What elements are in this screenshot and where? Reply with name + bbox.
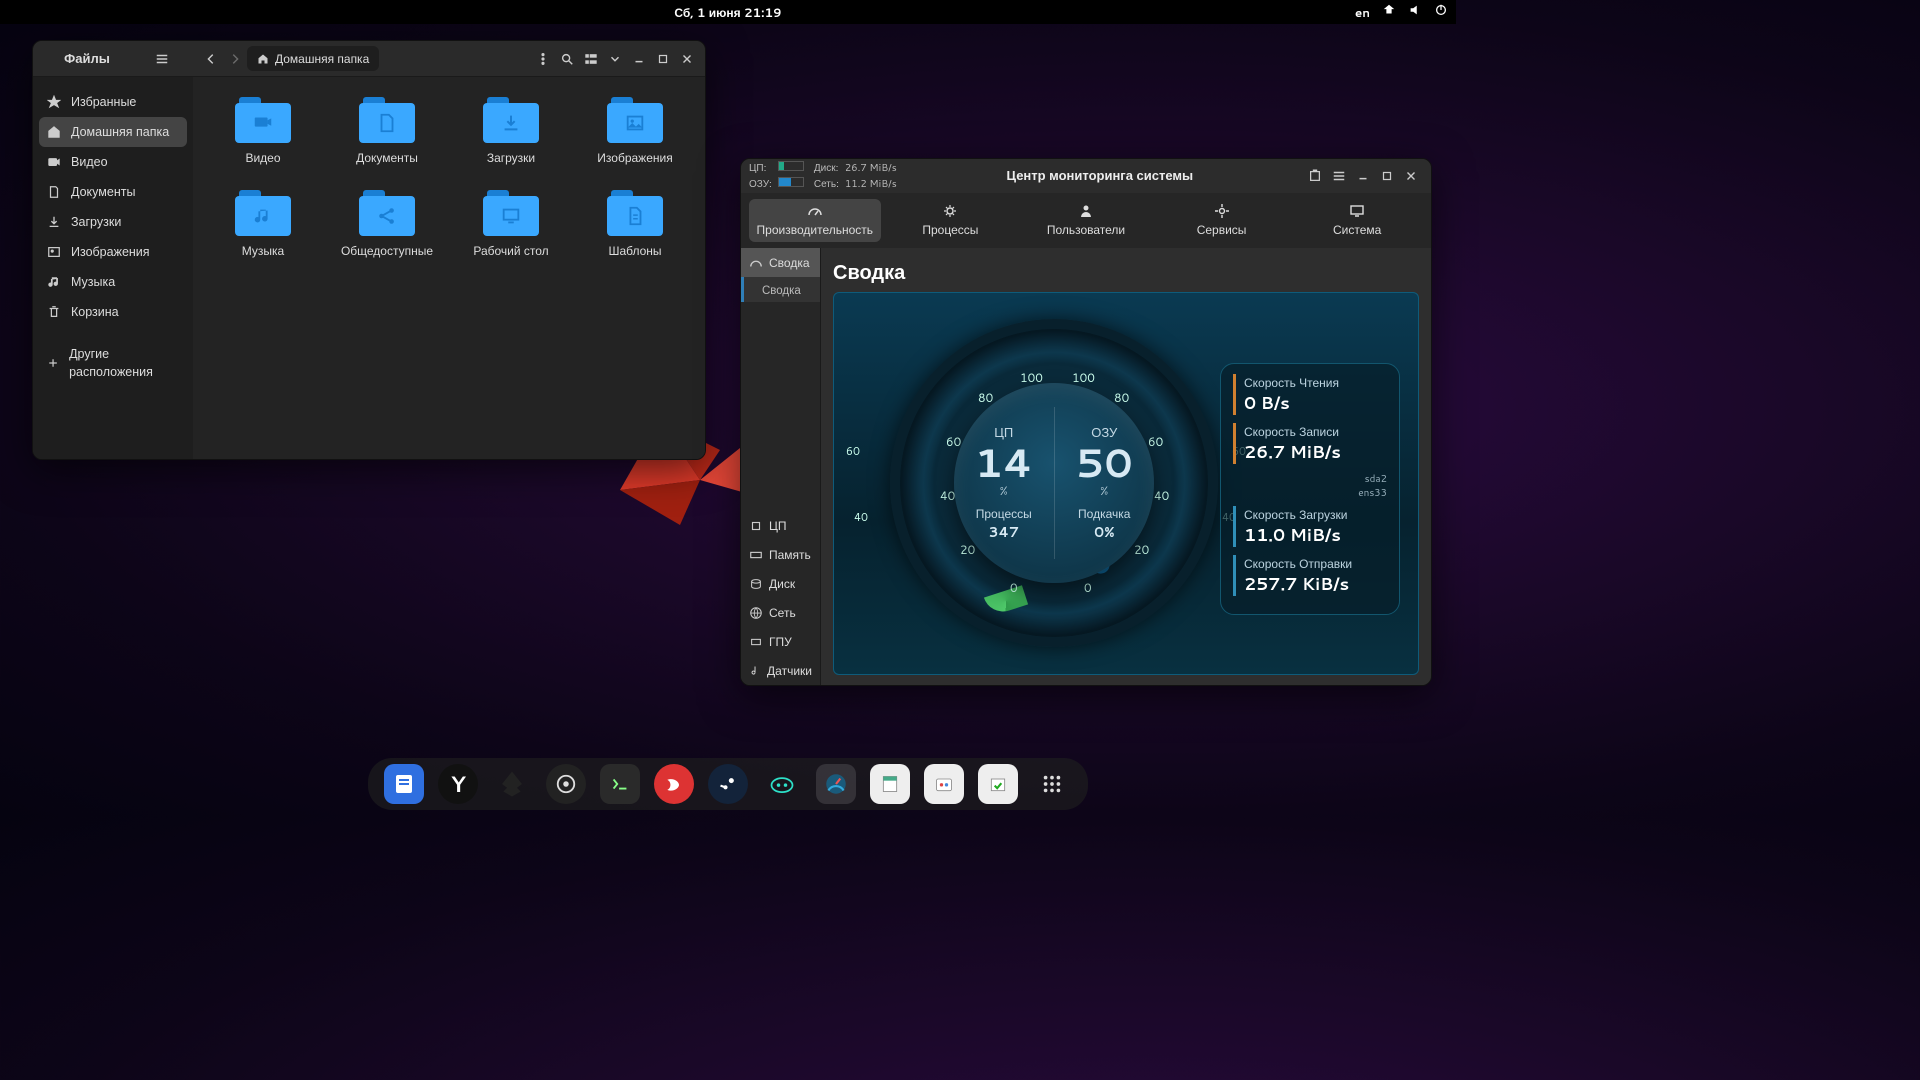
network-icon[interactable]: [1382, 3, 1396, 21]
power-icon[interactable]: [1434, 3, 1448, 21]
dock-steam[interactable]: [708, 764, 748, 804]
sidebar-disk[interactable]: Диск: [741, 569, 820, 598]
home-icon: [257, 53, 269, 65]
minimize-button[interactable]: [627, 47, 651, 71]
sysmon-titlebar: ЦП: ОЗУ: Диск:26.7 MiB/s Сеть:11.2 MiB/s…: [741, 159, 1431, 193]
gauge-ram: ОЗУ 50 % Подкачка 0%: [1055, 383, 1155, 583]
menu-icon[interactable]: [1327, 164, 1351, 188]
sidebar-item-home[interactable]: Домашняя папка: [39, 117, 187, 147]
sidebar-network[interactable]: Сеть: [741, 598, 820, 627]
kebab-icon[interactable]: [531, 47, 555, 71]
page-heading: Сводка: [833, 258, 1419, 286]
folder-music[interactable]: Музыка: [205, 186, 321, 263]
sidebar-cpu[interactable]: ЦП: [741, 511, 820, 540]
gauge-panel: 100 80 60 40 20 0 100 80 60 40 20 0 ЦП: [833, 292, 1419, 675]
sidebar-memory[interactable]: Память: [741, 540, 820, 569]
sidebar-summary-sub[interactable]: Сводка: [741, 277, 820, 302]
folder-template[interactable]: Шаблоны: [577, 186, 693, 263]
folder-doc[interactable]: Документы: [329, 93, 445, 170]
close-button[interactable]: [675, 47, 699, 71]
files-sidebar: Избранные Домашняя папка Видео Документы…: [33, 77, 193, 459]
files-grid[interactable]: ВидеоДокументыЗагрузкиИзображения МузыкаО…: [193, 77, 705, 459]
forward-button[interactable]: [223, 47, 247, 71]
mini-stats: ЦП: ОЗУ:: [749, 161, 804, 191]
sidebar-item-trash[interactable]: Корзина: [33, 297, 193, 327]
view-list-icon[interactable]: [579, 47, 603, 71]
sidebar-item-pictures[interactable]: Изображения: [33, 237, 193, 267]
tab-services[interactable]: Сервисы: [1156, 199, 1288, 242]
top-panel: Сб, 1 июня 21:19 en: [0, 0, 1456, 24]
gauge: 100 80 60 40 20 0 100 80 60 40 20 0 ЦП: [874, 303, 1234, 663]
sidebar-item-other-locations[interactable]: Другие расположения: [33, 339, 193, 387]
dock-update[interactable]: [978, 764, 1018, 804]
io-stats-panel: Скорость Чтения0 B/s Скорость Записи26.7…: [1220, 363, 1400, 615]
close-button[interactable]: [1399, 164, 1423, 188]
maximize-button[interactable]: [651, 47, 675, 71]
sidebar-summary[interactable]: Сводка: [741, 248, 820, 277]
minimize-button[interactable]: [1351, 164, 1375, 188]
dock-tweaks[interactable]: [654, 764, 694, 804]
dock-terminal[interactable]: [600, 764, 640, 804]
sidebar-gpu[interactable]: ГПУ: [741, 627, 820, 656]
view-dropdown-icon[interactable]: [603, 47, 627, 71]
folder-share[interactable]: Общедоступные: [329, 186, 445, 263]
search-icon[interactable]: [555, 47, 579, 71]
sidebar-item-videos[interactable]: Видео: [33, 147, 193, 177]
clock[interactable]: Сб, 1 июня 21:19: [674, 4, 781, 21]
hamburger-icon[interactable]: [150, 47, 174, 71]
system-monitor-window: ЦП: ОЗУ: Диск:26.7 MiB/s Сеть:11.2 MiB/s…: [740, 158, 1432, 686]
gauge-cpu: ЦП 14 % Процессы 347: [954, 383, 1054, 583]
folder-video[interactable]: Видео: [205, 93, 321, 170]
files-titlebar: Файлы Домашняя папка: [33, 41, 705, 77]
sysmon-title: Центр мониторинга системы: [897, 167, 1303, 185]
dock: Y: [368, 758, 1088, 810]
sidebar-item-documents[interactable]: Документы: [33, 177, 193, 207]
screenshot-icon[interactable]: [1303, 164, 1327, 188]
sidebar-item-music[interactable]: Музыка: [33, 267, 193, 297]
maximize-button[interactable]: [1375, 164, 1399, 188]
sidebar-item-downloads[interactable]: Загрузки: [33, 207, 193, 237]
sidebar-sensors[interactable]: Датчики: [741, 656, 820, 685]
dock-sysmon[interactable]: [816, 764, 856, 804]
path-bar[interactable]: Домашняя папка: [247, 46, 379, 71]
tab-processes[interactable]: Процессы: [885, 199, 1017, 242]
dock-software[interactable]: [924, 764, 964, 804]
tab-system[interactable]: Система: [1291, 199, 1423, 242]
folder-desktop[interactable]: Рабочий стол: [453, 186, 569, 263]
dock-browser[interactable]: Y: [438, 764, 478, 804]
files-title: Файлы: [64, 50, 110, 68]
dock-obs[interactable]: [546, 764, 586, 804]
back-button[interactable]: [199, 47, 223, 71]
dock-inkscape[interactable]: [492, 764, 532, 804]
sidebar-item-favorites[interactable]: Избранные: [33, 87, 193, 117]
folder-download[interactable]: Загрузки: [453, 93, 569, 170]
dock-apps-grid[interactable]: [1032, 764, 1072, 804]
sysmon-tabs: Производительность Процессы Пользователи…: [741, 193, 1431, 248]
volume-icon[interactable]: [1408, 3, 1422, 21]
keyboard-layout[interactable]: en: [1355, 4, 1370, 21]
dock-office[interactable]: [870, 764, 910, 804]
dock-discord[interactable]: [762, 764, 802, 804]
tab-users[interactable]: Пользователи: [1020, 199, 1152, 242]
tab-performance[interactable]: Производительность: [749, 199, 881, 242]
folder-image[interactable]: Изображения: [577, 93, 693, 170]
dock-files[interactable]: [384, 764, 424, 804]
sysmon-sidebar: Сводка Сводка ЦП Память Диск Сеть ГПУ Да…: [741, 248, 821, 685]
files-window: Файлы Домашняя папка Избранные Домашняя …: [32, 40, 706, 460]
